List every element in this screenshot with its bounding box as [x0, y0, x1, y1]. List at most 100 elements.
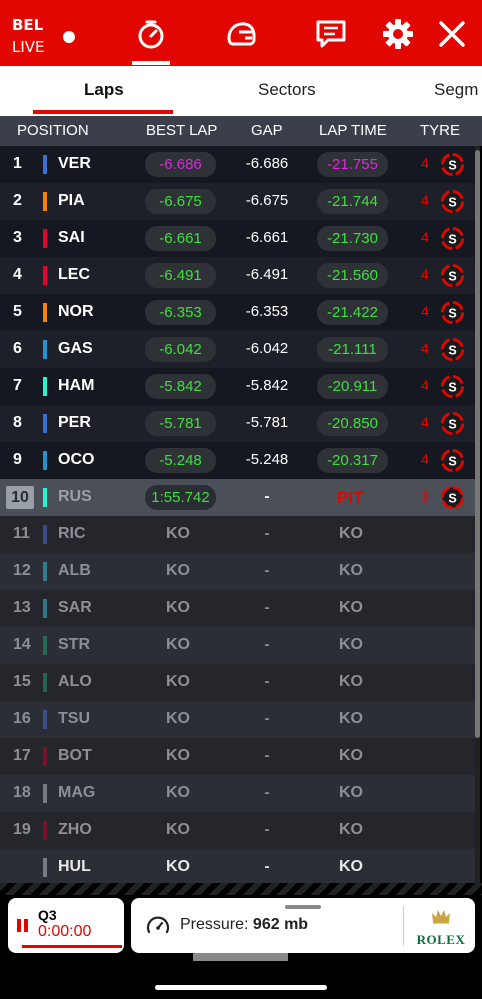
tyre-age: 4: [421, 266, 429, 282]
best-lap-value: KO: [166, 636, 190, 653]
table-row[interactable]: 7 HAM -5.842 -5.842 -20.911 4 S: [0, 368, 476, 405]
soft-tyre-icon: S: [440, 374, 465, 399]
tyre-compound: S: [448, 306, 456, 320]
gap-value: -6.686: [245, 155, 289, 172]
gap-value: -: [264, 562, 270, 579]
drag-handle[interactable]: [285, 905, 321, 909]
best-lap-value: KO: [166, 599, 190, 616]
tyre-compound: S: [448, 232, 456, 246]
session-clock-card[interactable]: Q3 0:00:00: [8, 898, 124, 953]
table-row[interactable]: 17 BOT KO - KO: [0, 738, 476, 775]
position-number: 8: [13, 414, 22, 431]
position-number: 19: [13, 821, 31, 838]
team-color-bar: [43, 525, 47, 544]
gap-value: -6.661: [245, 229, 289, 246]
gap-value: -5.842: [245, 377, 289, 394]
driver-code: PER: [58, 414, 91, 431]
driver-code: TSU: [58, 710, 90, 727]
team-color-bar: [43, 636, 47, 655]
lap-time-value: KO: [339, 710, 363, 727]
best-lap-value: -5.248: [145, 448, 216, 473]
table-row[interactable]: 9 OCO -5.248 -5.248 -20.317 4 S: [0, 442, 476, 479]
gap-value: -: [264, 710, 270, 727]
table-row[interactable]: HUL KO - KO: [0, 849, 476, 886]
table-row[interactable]: 1 VER -6.686 -6.686 -21.755 4 S: [0, 146, 476, 183]
best-lap-value: -6.491: [145, 263, 216, 288]
team-color-bar: [43, 673, 47, 692]
driver-code: BOT: [58, 747, 92, 764]
gap-value: -6.042: [245, 340, 289, 357]
driver-code: HAM: [58, 377, 95, 394]
team-color-bar: [43, 488, 47, 507]
lap-time-value: KO: [339, 525, 363, 542]
col-lap-time: LAP TIME: [319, 122, 387, 139]
lap-time-value: -20.850: [317, 411, 388, 436]
tyre-age: 4: [421, 192, 429, 208]
position-number: 4: [13, 266, 22, 283]
best-lap-value: KO: [166, 858, 190, 875]
sponsor-name: ROLEX: [416, 932, 466, 947]
best-lap-value: KO: [166, 784, 190, 801]
tyre-compound: S: [448, 454, 456, 468]
top-bar: BEL LIVE: [0, 0, 482, 66]
lap-time-value: -21.111: [317, 337, 388, 362]
scrollbar-thumb[interactable]: [475, 150, 480, 738]
crown-icon: [432, 910, 450, 924]
driver-code: VER: [58, 155, 91, 172]
best-lap-value: -6.661: [145, 226, 216, 251]
tyre-compound: S: [448, 195, 456, 209]
tab-bar: Laps Sectors Segm: [0, 66, 482, 116]
pressure-label: Pressure:: [180, 916, 249, 933]
table-row[interactable]: 14 STR KO - KO: [0, 627, 476, 664]
table-row[interactable]: 16 TSU KO - KO: [0, 701, 476, 738]
helmet-icon[interactable]: [225, 18, 257, 50]
card-separator: [403, 906, 404, 946]
tab-segments[interactable]: Segm: [434, 80, 478, 100]
tab-sectors[interactable]: Sectors: [258, 80, 316, 100]
table-row[interactable]: 15 ALO KO - KO: [0, 664, 476, 701]
table-row[interactable]: 12 ALB KO - KO: [0, 553, 476, 590]
driver-code: ALB: [58, 562, 91, 579]
tyre-age: 4: [421, 155, 429, 171]
gap-value: -: [264, 599, 270, 616]
soft-tyre-icon: S: [440, 226, 465, 251]
driver-code: HUL: [58, 858, 91, 875]
table-row[interactable]: 11 RIC KO - KO: [0, 516, 476, 553]
tyre-age: 4: [421, 229, 429, 245]
team-color-bar: [43, 192, 47, 211]
table-row[interactable]: 2 PIA -6.675 -6.675 -21.744 4 S: [0, 183, 476, 220]
close-icon[interactable]: [436, 18, 468, 50]
table-row[interactable]: 5 NOR -6.353 -6.353 -21.422 4 S: [0, 294, 476, 331]
table-row[interactable]: 19 ZHO KO - KO: [0, 812, 476, 849]
timer-icon[interactable]: [135, 18, 167, 50]
best-lap-value: -6.042: [145, 337, 216, 362]
gap-value: -5.248: [245, 451, 289, 468]
active-tool-indicator: [132, 61, 170, 65]
table-row[interactable]: 10 RUS 1:55.742 - PIT 3 S: [0, 479, 476, 516]
col-tyre: TYRE: [420, 122, 461, 139]
position-number: 17: [13, 747, 31, 764]
position-number: 16: [13, 710, 31, 727]
tab-laps[interactable]: Laps: [84, 80, 124, 100]
pressure-value: 962 mb: [252, 916, 309, 933]
driver-code: STR: [58, 636, 90, 653]
position-number: 14: [13, 636, 31, 653]
team-color-bar: [43, 599, 47, 618]
position-number: 13: [13, 599, 31, 616]
position-number: 1: [13, 155, 22, 172]
chat-icon[interactable]: [315, 18, 347, 50]
table-row[interactable]: 3 SAI -6.661 -6.661 -21.730 4 S: [0, 220, 476, 257]
soft-tyre-icon: S: [440, 189, 465, 214]
driver-code: SAR: [58, 599, 92, 616]
gear-icon[interactable]: [382, 18, 414, 50]
lap-time-value: KO: [339, 636, 363, 653]
home-indicator[interactable]: [155, 985, 327, 990]
table-row[interactable]: 18 MAG KO - KO: [0, 775, 476, 812]
table-row[interactable]: 6 GAS -6.042 -6.042 -21.111 4 S: [0, 331, 476, 368]
table-row[interactable]: 4 LEC -6.491 -6.491 -21.560 4 S: [0, 257, 476, 294]
live-label: LIVE: [12, 38, 45, 56]
table-row[interactable]: 8 PER -5.781 -5.781 -20.850 4 S: [0, 405, 476, 442]
pressure-readout: Pressure: 962 mb: [180, 916, 308, 934]
team-color-bar: [43, 451, 47, 470]
table-row[interactable]: 13 SAR KO - KO: [0, 590, 476, 627]
